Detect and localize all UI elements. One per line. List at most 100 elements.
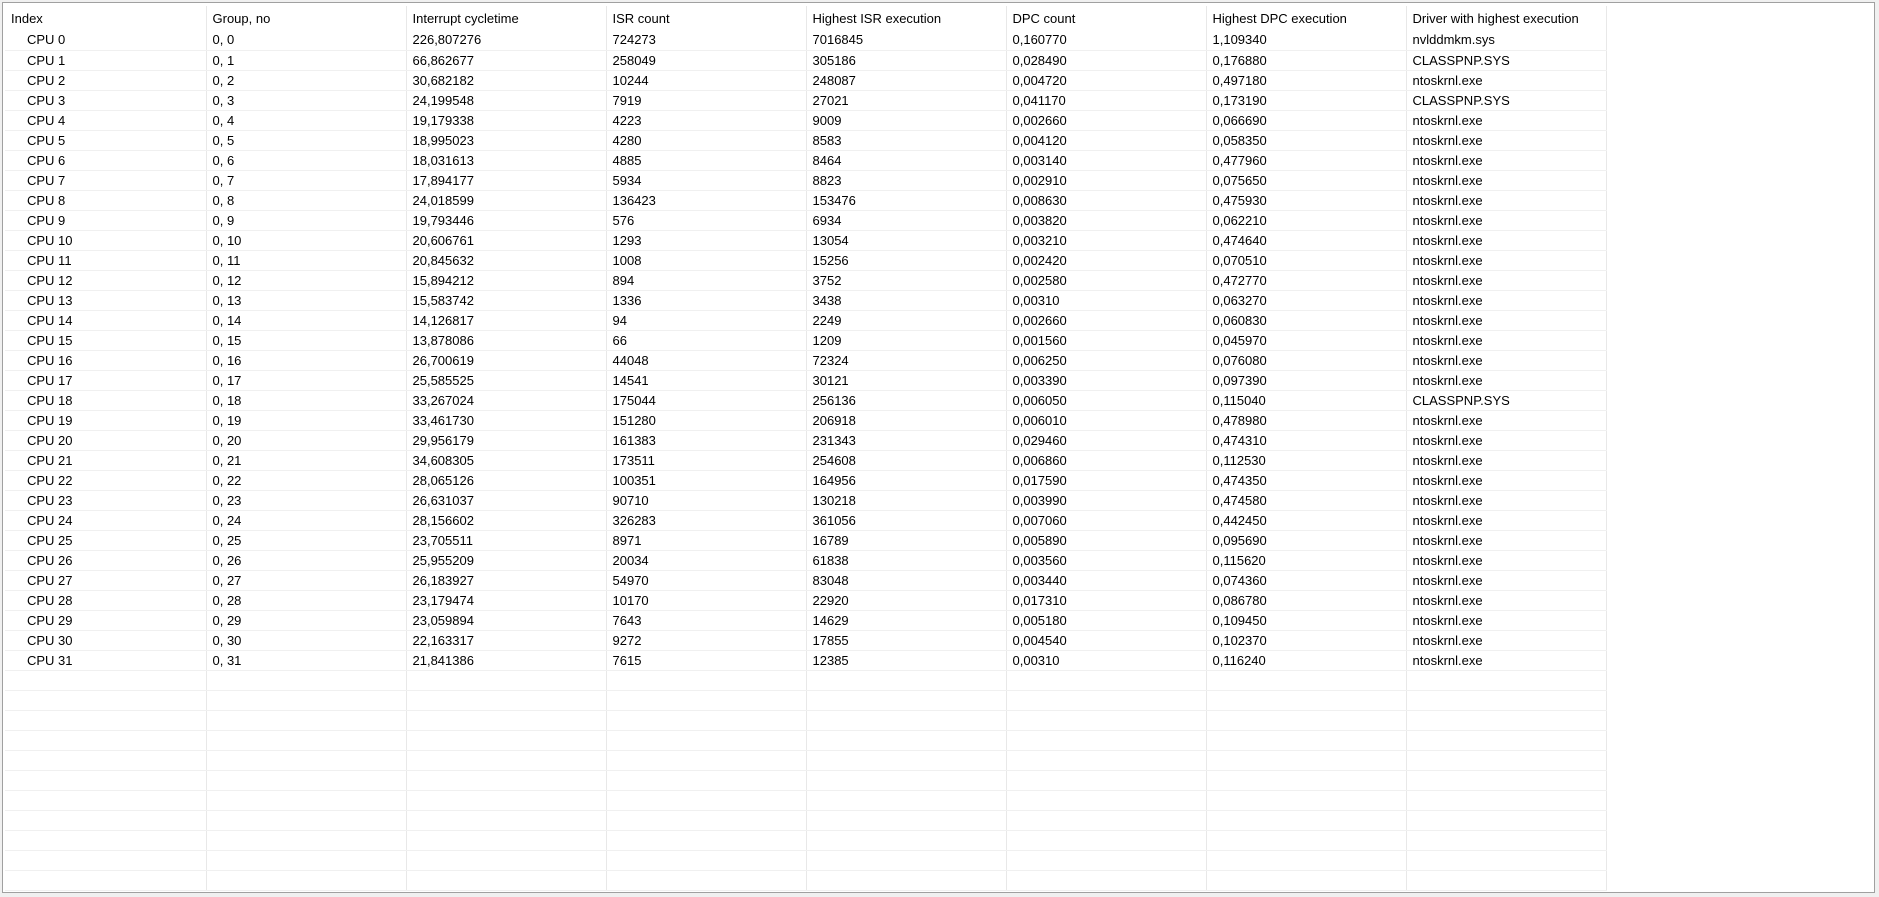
cpu-list-view[interactable]: Index Group, no Interrupt cycletime ISR … xyxy=(2,2,1875,893)
table-row[interactable]: CPU 27 0, 27 26,183927 54970 83048 0,003440 0,… xyxy=(5,570,1607,591)
empty-cell xyxy=(1406,710,1607,731)
cell-isr-count: 7615 xyxy=(606,650,807,671)
cell-interrupt-cycletime: 226,807276 xyxy=(406,30,607,51)
table-row[interactable]: CPU 13 0, 13 15,583742 1336 3438 0,00310 0,063… xyxy=(5,290,1607,311)
table-row[interactable]: CPU 24 0, 24 28,156602 326283 361056 0,007060… xyxy=(5,510,1607,531)
cell-index: CPU 18 xyxy=(5,390,207,411)
cell-isr-count: 1293 xyxy=(606,230,807,251)
cell-index: CPU 26 xyxy=(5,550,207,571)
table-row[interactable]: CPU 4 0, 4 19,179338 4223 9009 0,002660 0,0666… xyxy=(5,110,1607,131)
column-header-interrupt-cycletime[interactable]: Interrupt cycletime xyxy=(406,6,607,30)
column-header-group[interactable]: Group, no xyxy=(206,6,407,30)
cell-highest-dpc: 0,474350 xyxy=(1206,470,1407,491)
table-row[interactable]: CPU 6 0, 6 18,031613 4885 8464 0,003140 0,4779… xyxy=(5,150,1607,171)
cell-driver: ntoskrnl.exe xyxy=(1406,510,1607,531)
empty-row xyxy=(5,830,1607,851)
table-row[interactable]: CPU 9 0, 9 19,793446 576 6934 0,003820 0,06221… xyxy=(5,210,1607,231)
column-header-dpc-count[interactable]: DPC count xyxy=(1006,6,1207,30)
table-row[interactable]: CPU 16 0, 16 26,700619 44048 72324 0,006250 0,… xyxy=(5,350,1607,371)
empty-cell xyxy=(1006,710,1207,731)
table-row[interactable]: CPU 23 0, 23 26,631037 90710 130218 0,003990 0… xyxy=(5,490,1607,511)
cell-driver: ntoskrnl.exe xyxy=(1406,230,1607,251)
cell-interrupt-cycletime: 20,845632 xyxy=(406,250,607,271)
column-header-driver[interactable]: Driver with highest execution xyxy=(1406,6,1607,30)
empty-cell xyxy=(5,830,207,851)
empty-cell xyxy=(406,850,607,871)
empty-cell xyxy=(1006,810,1207,831)
table-row[interactable]: CPU 25 0, 25 23,705511 8971 16789 0,005890 0,0… xyxy=(5,530,1607,551)
table-row[interactable]: CPU 15 0, 15 13,878086 66 1209 0,001560 0,0459… xyxy=(5,330,1607,351)
empty-cell xyxy=(1006,750,1207,771)
table-row[interactable]: CPU 8 0, 8 24,018599 136423 153476 0,008630 0,… xyxy=(5,190,1607,211)
empty-cell xyxy=(206,670,407,691)
table-row[interactable]: CPU 20 0, 20 29,956179 161383 231343 0,029460… xyxy=(5,430,1607,451)
cell-dpc-count: 0,003820 xyxy=(1006,210,1207,231)
empty-cell xyxy=(1406,830,1607,851)
cell-index: CPU 15 xyxy=(5,330,207,351)
cell-highest-dpc: 0,097390 xyxy=(1206,370,1407,391)
column-header-isr-count[interactable]: ISR count xyxy=(606,6,807,30)
cell-isr-count: 258049 xyxy=(606,50,807,71)
cell-driver: CLASSPNP.SYS xyxy=(1406,390,1607,411)
cell-isr-count: 9272 xyxy=(606,630,807,651)
table-row[interactable]: CPU 10 0, 10 20,606761 1293 13054 0,003210 0,4… xyxy=(5,230,1607,251)
empty-cell xyxy=(206,690,407,711)
table-row[interactable]: CPU 5 0, 5 18,995023 4280 8583 0,004120 0,0583… xyxy=(5,130,1607,151)
column-header-highest-dpc[interactable]: Highest DPC execution xyxy=(1206,6,1407,30)
cell-highest-dpc: 0,075650 xyxy=(1206,170,1407,191)
cell-dpc-count: 0,008630 xyxy=(1006,190,1207,211)
table-row[interactable]: CPU 2 0, 2 30,682182 10244 248087 0,004720 0,4… xyxy=(5,70,1607,91)
table-row[interactable]: CPU 0 0, 0 226,807276 724273 7016845 0,160770… xyxy=(5,30,1607,51)
empty-cell xyxy=(1406,850,1607,871)
cell-group: 0, 16 xyxy=(206,350,407,371)
table-row[interactable]: CPU 31 0, 31 21,841386 7615 12385 0,00310 0,11… xyxy=(5,650,1607,671)
empty-cell xyxy=(606,690,807,711)
cell-index: CPU 6 xyxy=(5,150,207,171)
table-row[interactable]: CPU 18 0, 18 33,267024 175044 256136 0,006050… xyxy=(5,390,1607,411)
table-row[interactable]: CPU 21 0, 21 34,608305 173511 254608 0,006860… xyxy=(5,450,1607,471)
empty-cell xyxy=(806,690,1007,711)
table-row[interactable]: CPU 19 0, 19 33,461730 151280 206918 0,006010… xyxy=(5,410,1607,431)
cell-dpc-count: 0,003140 xyxy=(1006,150,1207,171)
empty-cell xyxy=(406,870,607,891)
header-row: Index Group, no Interrupt cycletime ISR … xyxy=(5,6,1607,30)
empty-cell xyxy=(606,730,807,751)
cell-dpc-count: 0,004540 xyxy=(1006,630,1207,651)
table-row[interactable]: CPU 14 0, 14 14,126817 94 2249 0,002660 0,0608… xyxy=(5,310,1607,331)
table-row[interactable]: CPU 22 0, 22 28,065126 100351 164956 0,017590… xyxy=(5,470,1607,491)
cell-isr-count: 90710 xyxy=(606,490,807,511)
table-row[interactable]: CPU 17 0, 17 25,585525 14541 30121 0,003390 0,… xyxy=(5,370,1607,391)
cell-group: 0, 28 xyxy=(206,590,407,611)
table-row[interactable]: CPU 11 0, 11 20,845632 1008 15256 0,002420 0,0… xyxy=(5,250,1607,271)
cell-highest-dpc: 0,076080 xyxy=(1206,350,1407,371)
empty-cell xyxy=(1006,790,1207,811)
table-row[interactable]: CPU 7 0, 7 17,894177 5934 8823 0,002910 0,0756… xyxy=(5,170,1607,191)
cell-isr-count: 576 xyxy=(606,210,807,231)
cell-driver: CLASSPNP.SYS xyxy=(1406,50,1607,71)
empty-cell xyxy=(806,770,1007,791)
table-row[interactable]: CPU 1 0, 1 66,862677 258049 305186 0,028490 0,… xyxy=(5,50,1607,71)
table-row[interactable]: CPU 12 0, 12 15,894212 894 3752 0,002580 0,472… xyxy=(5,270,1607,291)
cell-group: 0, 8 xyxy=(206,190,407,211)
cell-interrupt-cycletime: 28,156602 xyxy=(406,510,607,531)
cell-interrupt-cycletime: 23,705511 xyxy=(406,530,607,551)
column-header-index[interactable]: Index xyxy=(5,6,207,30)
cell-highest-isr: 61838 xyxy=(806,550,1007,571)
table-row[interactable]: CPU 30 0, 30 22,163317 9272 17855 0,004540 0,1… xyxy=(5,630,1607,651)
cell-isr-count: 10170 xyxy=(606,590,807,611)
table-body: CPU 0 0, 0 226,807276 724273 7016845 0,160770… xyxy=(5,30,1607,891)
table-row[interactable]: CPU 3 0, 3 24,199548 7919 27021 0,041170 0,173… xyxy=(5,90,1607,111)
empty-cell xyxy=(1006,730,1207,751)
cell-interrupt-cycletime: 24,018599 xyxy=(406,190,607,211)
cell-index: CPU 11 xyxy=(5,250,207,271)
empty-cell xyxy=(1406,870,1607,891)
cell-group: 0, 6 xyxy=(206,150,407,171)
column-header-highest-isr[interactable]: Highest ISR execution xyxy=(806,6,1007,30)
table-row[interactable]: CPU 29 0, 29 23,059894 7643 14629 0,005180 0,1… xyxy=(5,610,1607,631)
empty-cell xyxy=(806,830,1007,851)
table-row[interactable]: CPU 26 0, 26 25,955209 20034 61838 0,003560 0,… xyxy=(5,550,1607,571)
empty-cell xyxy=(206,770,407,791)
cell-dpc-count: 0,017310 xyxy=(1006,590,1207,611)
table-row[interactable]: CPU 28 0, 28 23,179474 10170 22920 0,017310 0,… xyxy=(5,590,1607,611)
cell-isr-count: 4280 xyxy=(606,130,807,151)
